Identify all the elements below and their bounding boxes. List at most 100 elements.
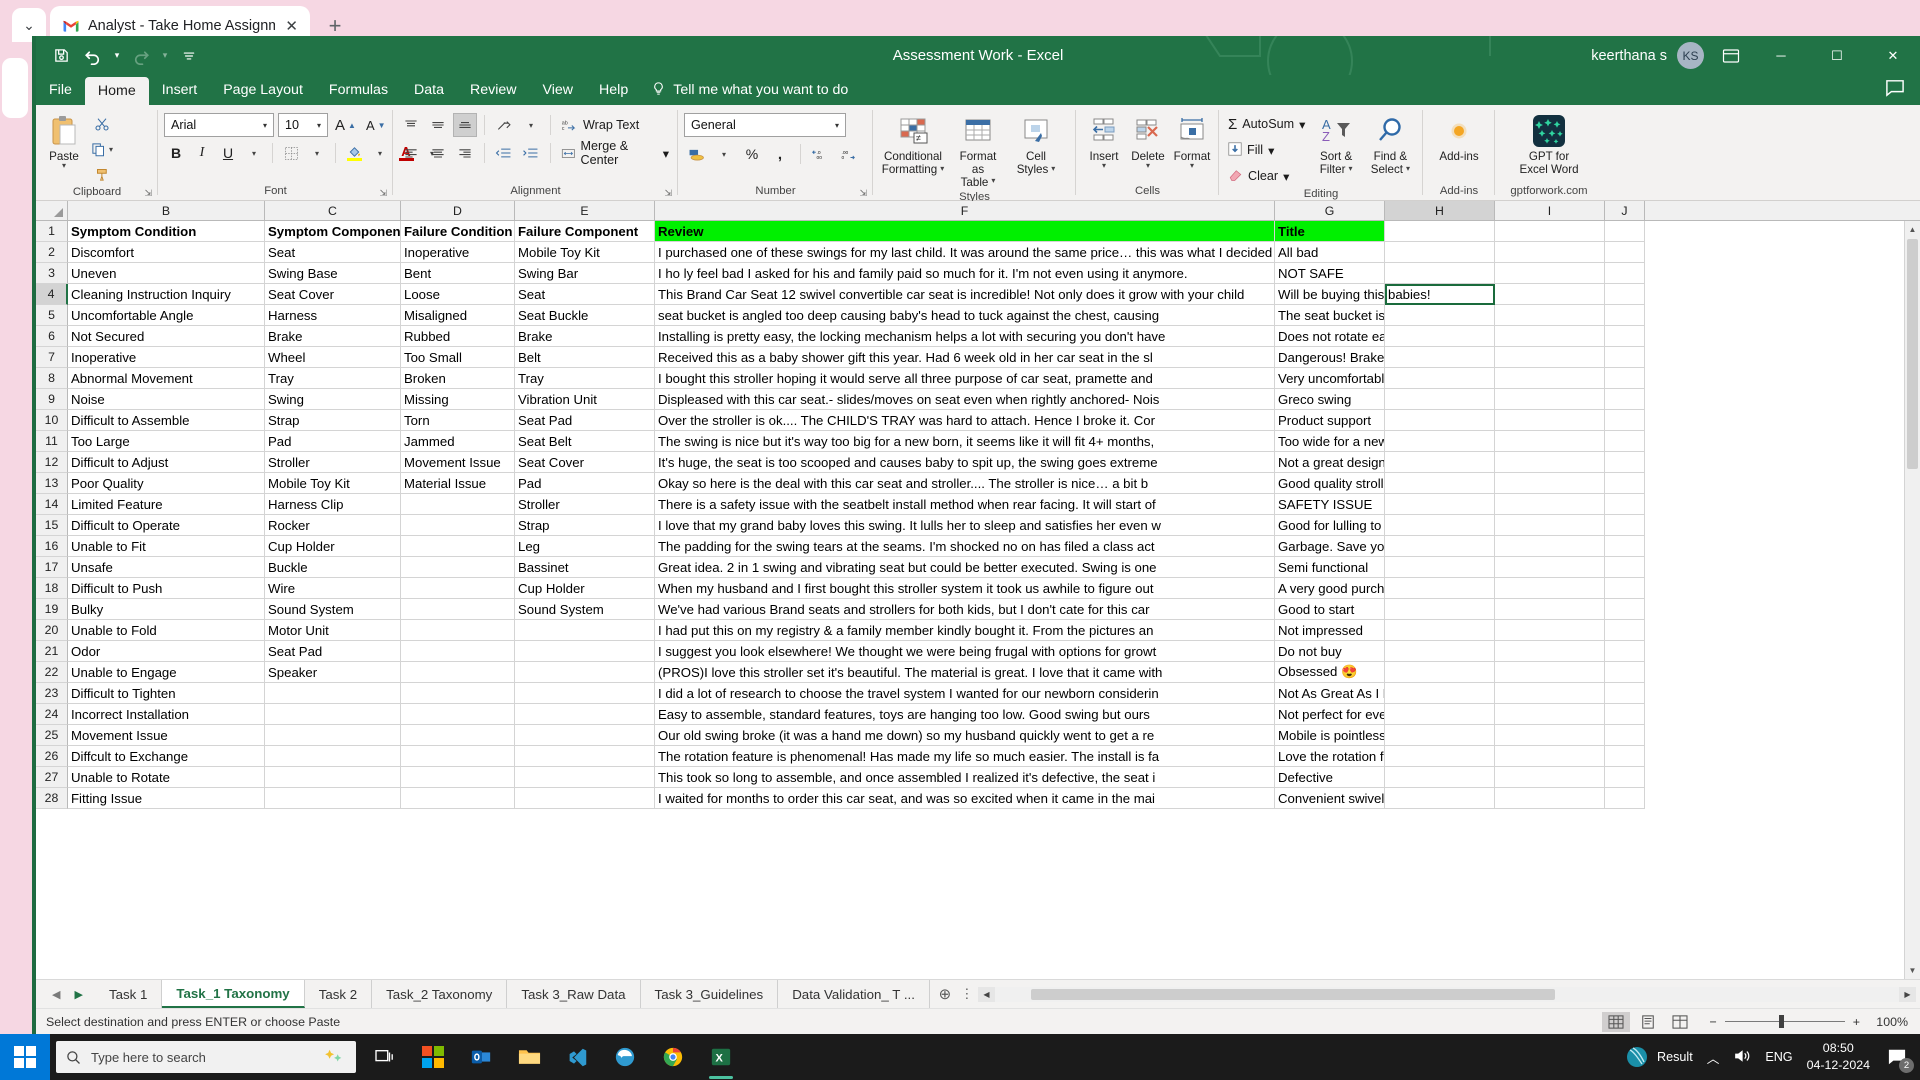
cell-J11[interactable]: [1605, 431, 1645, 452]
insert-cells-caret-icon[interactable]: ▾: [1102, 161, 1106, 171]
redo-icon[interactable]: [126, 42, 156, 70]
cell-B2[interactable]: Discomfort: [68, 242, 265, 263]
font-name-combo[interactable]: Arial ▾: [164, 113, 274, 137]
cell-E17[interactable]: Bassinet: [515, 557, 655, 578]
cell-E14[interactable]: Stroller: [515, 494, 655, 515]
cell-D27[interactable]: [401, 767, 515, 788]
cell-F5[interactable]: seat bucket is angled too deep causing b…: [655, 305, 1275, 326]
cell-J12[interactable]: [1605, 452, 1645, 473]
cell-H21[interactable]: [1385, 641, 1495, 662]
row-header-1[interactable]: 1: [36, 221, 68, 242]
underline-button[interactable]: U: [216, 141, 240, 165]
paste-button[interactable]: Paste ▾: [42, 110, 86, 173]
align-right-button[interactable]: [453, 141, 477, 165]
hscroll-thumb[interactable]: [1031, 988, 1556, 1000]
column-header-F[interactable]: F: [655, 201, 1275, 220]
row-header-17[interactable]: 17: [36, 557, 68, 578]
font-size-caret-icon[interactable]: ▾: [313, 121, 325, 130]
cell-G22[interactable]: Obsessed 😍: [1275, 662, 1385, 683]
wrap-text-button[interactable]: ab c Wrap Text: [558, 113, 642, 137]
cell-F25[interactable]: Our old swing broke (it was a hand me do…: [655, 725, 1275, 746]
cell-E25[interactable]: [515, 725, 655, 746]
insert-cells-button[interactable]: Insert ▾: [1082, 110, 1126, 173]
cell-F6[interactable]: Installing is pretty easy, the locking m…: [655, 326, 1275, 347]
format-as-table-button[interactable]: Format as Table ▾: [947, 110, 1009, 191]
align-top-button[interactable]: [399, 113, 423, 137]
chrome-icon[interactable]: [652, 1034, 694, 1080]
cell-H9[interactable]: [1385, 389, 1495, 410]
column-header-B[interactable]: B: [68, 201, 265, 220]
cell-E21[interactable]: [515, 641, 655, 662]
cell-styles-caret-icon[interactable]: ▾: [1051, 164, 1055, 174]
align-left-button[interactable]: [399, 141, 423, 165]
cell-G9[interactable]: Greco swing: [1275, 389, 1385, 410]
cell-B14[interactable]: Limited Feature: [68, 494, 265, 515]
row-header-13[interactable]: 13: [36, 473, 68, 494]
language-indicator[interactable]: ENG: [1765, 1050, 1792, 1064]
cell-G20[interactable]: Not impressed: [1275, 620, 1385, 641]
ribbon-tab-help[interactable]: Help: [586, 75, 641, 105]
cell-I26[interactable]: [1495, 746, 1605, 767]
cell-C20[interactable]: Motor Unit: [265, 620, 401, 641]
autosum-button[interactable]: Σ AutoSum ▾: [1225, 112, 1308, 136]
page-break-view-button[interactable]: [1666, 1012, 1694, 1032]
cell-C7[interactable]: Wheel: [265, 347, 401, 368]
row-header-24[interactable]: 24: [36, 704, 68, 725]
row-header-25[interactable]: 25: [36, 725, 68, 746]
cell-D6[interactable]: Rubbed: [401, 326, 515, 347]
cell-J4[interactable]: [1605, 284, 1645, 305]
paste-caret-icon[interactable]: ▾: [62, 161, 66, 171]
cell-I14[interactable]: [1495, 494, 1605, 515]
clear-caret-icon[interactable]: ▾: [1283, 169, 1289, 184]
row-header-16[interactable]: 16: [36, 536, 68, 557]
start-button[interactable]: [0, 1034, 50, 1080]
cell-E2[interactable]: Mobile Toy Kit: [515, 242, 655, 263]
customize-quick-access-icon[interactable]: [174, 42, 204, 70]
cell-H15[interactable]: [1385, 515, 1495, 536]
cell-I20[interactable]: [1495, 620, 1605, 641]
clear-button[interactable]: Clear ▾: [1225, 164, 1308, 188]
cell-B17[interactable]: Unsafe: [68, 557, 265, 578]
cell-F18[interactable]: When my husband and I first bought this …: [655, 578, 1275, 599]
cell-E28[interactable]: [515, 788, 655, 809]
cell-C25[interactable]: [265, 725, 401, 746]
cell-B10[interactable]: Difficult to Assemble: [68, 410, 265, 431]
cell-F8[interactable]: I bought this stroller hoping it would s…: [655, 368, 1275, 389]
cell-G2[interactable]: All bad: [1275, 242, 1385, 263]
cell-H6[interactable]: [1385, 326, 1495, 347]
row-header-9[interactable]: 9: [36, 389, 68, 410]
cell-H22[interactable]: [1385, 662, 1495, 683]
cell-E5[interactable]: Seat Buckle: [515, 305, 655, 326]
cell-D4[interactable]: Loose: [401, 284, 515, 305]
cell-I5[interactable]: [1495, 305, 1605, 326]
cell-G19[interactable]: Good to start: [1275, 599, 1385, 620]
column-header-J[interactable]: J: [1605, 201, 1645, 220]
notification-center-button[interactable]: 2: [1884, 1044, 1914, 1073]
cell-I19[interactable]: [1495, 599, 1605, 620]
cell-C3[interactable]: Swing Base: [265, 263, 401, 284]
cell-C5[interactable]: Harness: [265, 305, 401, 326]
cell-B20[interactable]: Unable to Fold: [68, 620, 265, 641]
copy-button[interactable]: ▾: [88, 137, 116, 161]
cell-G4[interactable]: Will be buying this for future: [1275, 284, 1385, 305]
vertical-scrollbar[interactable]: ▲ ▼: [1904, 221, 1920, 979]
zoom-slider-knob[interactable]: [1778, 1015, 1784, 1028]
number-dialog-launcher[interactable]: ⇲: [859, 188, 867, 199]
cell-I25[interactable]: [1495, 725, 1605, 746]
cell-I1[interactable]: [1495, 221, 1605, 242]
cell-I8[interactable]: [1495, 368, 1605, 389]
autosum-caret-icon[interactable]: ▾: [1299, 117, 1305, 132]
cell-J5[interactable]: [1605, 305, 1645, 326]
cell-I13[interactable]: [1495, 473, 1605, 494]
copilot-icon[interactable]: [324, 1048, 346, 1066]
cell-D19[interactable]: [401, 599, 515, 620]
cell-B7[interactable]: Inoperative: [68, 347, 265, 368]
cell-F12[interactable]: It's huge, the seat is too scooped and c…: [655, 452, 1275, 473]
sheet-nav-next-icon[interactable]: ▶: [74, 988, 82, 1001]
cell-F11[interactable]: The swing is nice but it's way too big f…: [655, 431, 1275, 452]
vertical-scroll-thumb[interactable]: [1907, 239, 1918, 469]
cell-G26[interactable]: Love the rotation feature: [1275, 746, 1385, 767]
file-explorer-icon[interactable]: [508, 1034, 550, 1080]
cell-G15[interactable]: Good for lulling to sleep: [1275, 515, 1385, 536]
cell-G11[interactable]: Too wide for a newborn: [1275, 431, 1385, 452]
